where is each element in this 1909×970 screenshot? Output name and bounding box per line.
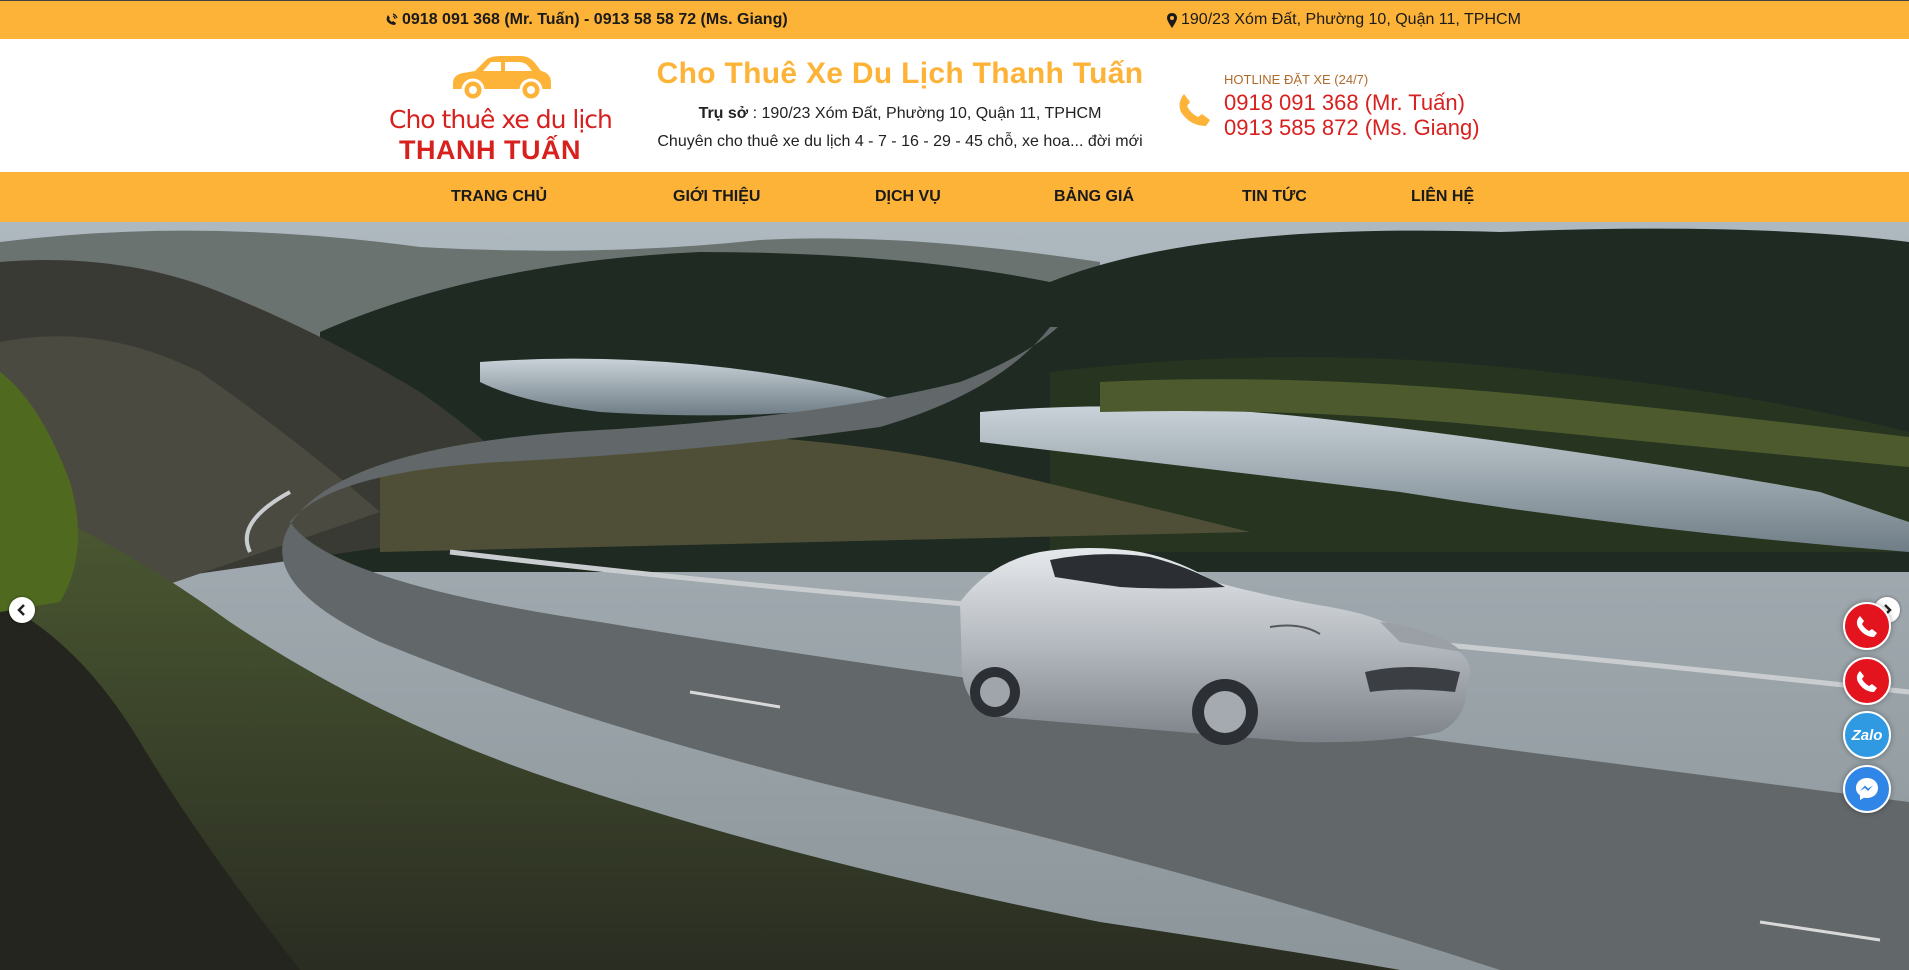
chevron-left-icon bbox=[17, 604, 25, 616]
top-bar: 0918 091 368 (Mr. Tuấn) - 0913 58 58 72 … bbox=[0, 0, 1909, 39]
hotline-number-1[interactable]: 0918 091 368 (Mr. Tuấn) bbox=[1224, 90, 1465, 116]
zalo-button[interactable]: Zalo bbox=[1843, 711, 1891, 759]
nav-item-lien-he[interactable]: LIÊN HỆ bbox=[1411, 188, 1474, 206]
slider-prev-button[interactable] bbox=[9, 597, 35, 623]
hero-slider[interactable] bbox=[0, 222, 1909, 970]
call-button-2[interactable] bbox=[1843, 657, 1891, 705]
phone-icon bbox=[1856, 616, 1877, 637]
office-address: Trụ sở : 190/23 Xóm Đất, Phường 10, Quận… bbox=[640, 105, 1160, 123]
top-phones-text: 0918 091 368 (Mr. Tuấn) - 0913 58 58 72 … bbox=[402, 11, 788, 28]
office-value: : 190/23 Xóm Đất, Phường 10, Quận 11, TP… bbox=[752, 105, 1102, 122]
nav-item-tin-tuc[interactable]: TIN TỨC bbox=[1242, 188, 1307, 206]
hero-image bbox=[0, 222, 1909, 970]
map-marker-icon bbox=[1167, 12, 1177, 28]
nav-item-gioi-thieu[interactable]: GIỚI THIỆU bbox=[673, 188, 760, 206]
logo-line-1: Cho thuê xe du lịch bbox=[389, 105, 613, 134]
nav-item-trang-chu[interactable]: TRANG CHỦ bbox=[451, 188, 547, 206]
zalo-label: Zalo bbox=[1851, 726, 1883, 744]
phone-volume-icon bbox=[386, 13, 398, 25]
site-logo[interactable]: Cho thuê xe du lịch THANH TUẤN bbox=[385, 53, 615, 165]
logo-line-2: THANH TUẤN bbox=[399, 135, 581, 165]
messenger-icon bbox=[1856, 778, 1878, 800]
top-address: 190/23 Xóm Đất, Phường 10, Quận 11, TPHC… bbox=[1167, 11, 1521, 29]
car-icon bbox=[453, 56, 551, 102]
nav-item-dich-vu[interactable]: DỊCH VỤ bbox=[875, 188, 941, 206]
main-nav: TRANG CHỦ GIỚI THIỆU DỊCH VỤ BẢNG GIÁ TI… bbox=[0, 172, 1909, 222]
header-center: Cho Thuê Xe Du Lịch Thanh Tuấn Trụ sở : … bbox=[640, 57, 1160, 151]
site-brand-title: Cho Thuê Xe Du Lịch Thanh Tuấn bbox=[656, 57, 1144, 90]
phone-icon bbox=[1179, 94, 1210, 126]
messenger-button[interactable] bbox=[1843, 765, 1891, 813]
site-header: Cho thuê xe du lịch THANH TUẤN Cho Thuê … bbox=[0, 39, 1909, 172]
phone-icon bbox=[1856, 671, 1877, 692]
call-button-1[interactable] bbox=[1843, 602, 1891, 650]
nav-item-bang-gia[interactable]: BẢNG GIÁ bbox=[1054, 188, 1134, 206]
site-slogan: Chuyên cho thuê xe du lịch 4 - 7 - 16 - … bbox=[657, 133, 1143, 150]
top-address-text: 190/23 Xóm Đất, Phường 10, Quận 11, TPHC… bbox=[1181, 11, 1521, 28]
office-label: Trụ sở bbox=[698, 105, 749, 122]
hotline-number-2[interactable]: 0913 585 872 (Ms. Giang) bbox=[1224, 115, 1480, 141]
top-contact-phones[interactable]: 0918 091 368 (Mr. Tuấn) - 0913 58 58 72 … bbox=[384, 11, 788, 29]
hotline-label: HOTLINE ĐẶT XE (24/7) bbox=[1224, 72, 1369, 87]
